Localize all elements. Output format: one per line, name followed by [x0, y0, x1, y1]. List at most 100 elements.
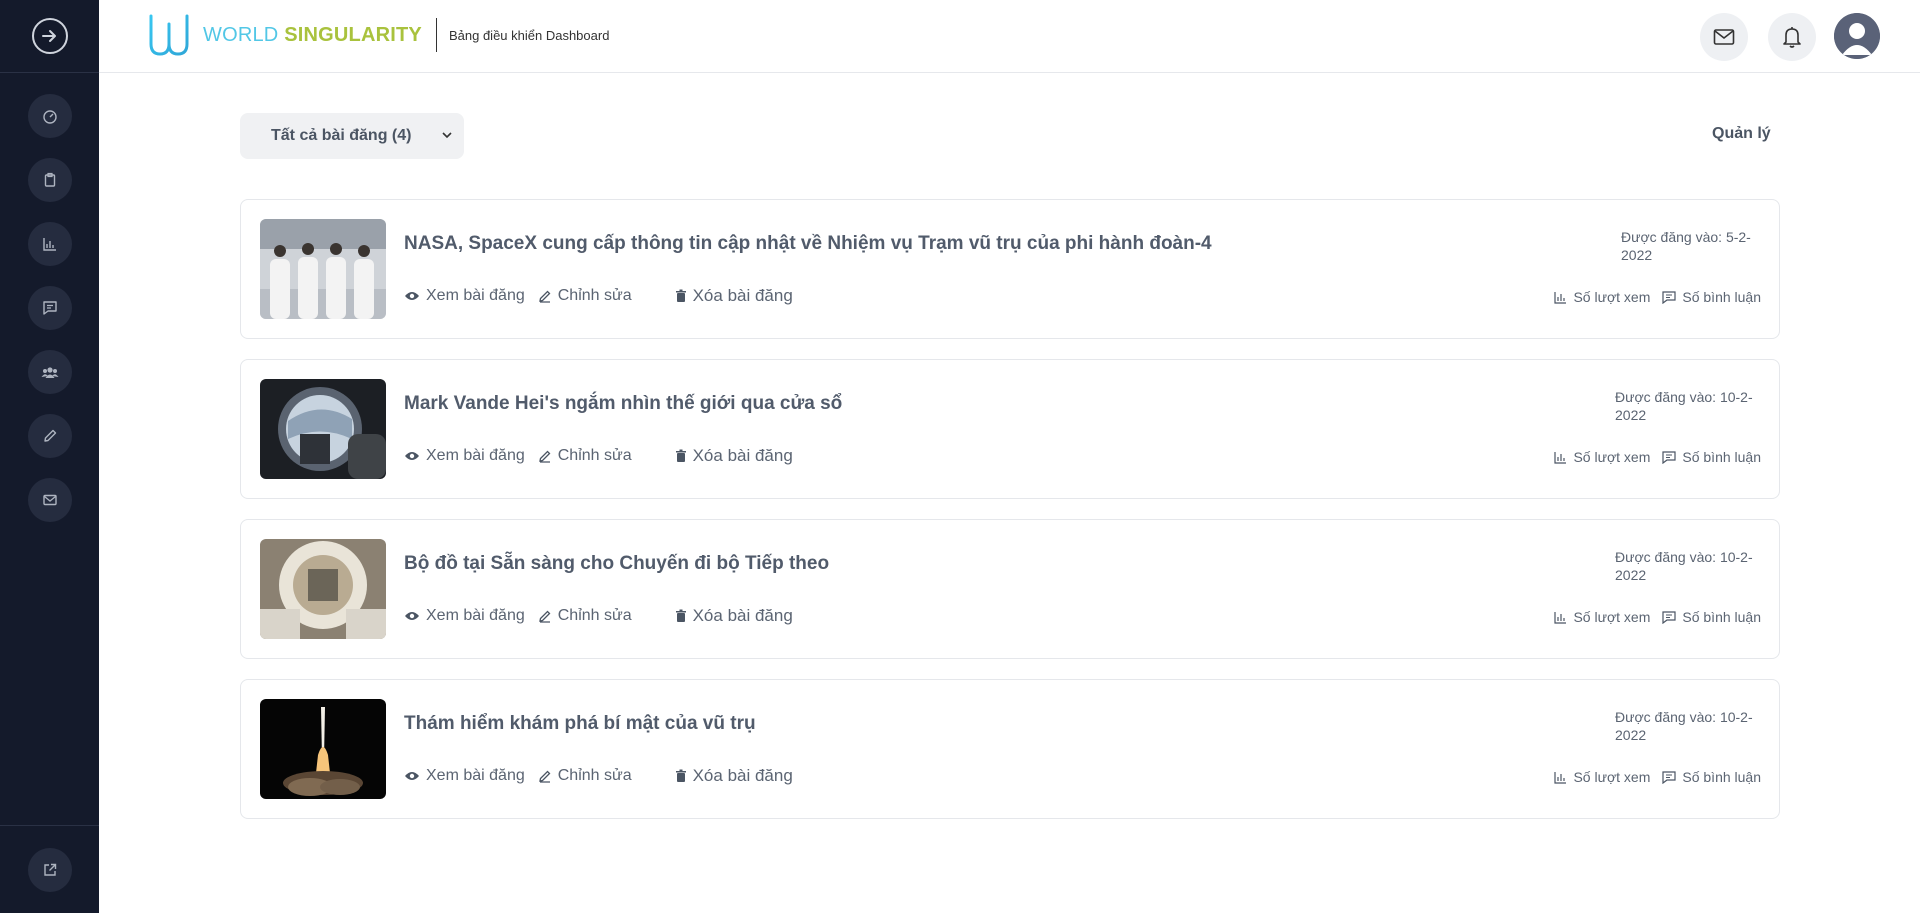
avatar[interactable]	[1834, 13, 1880, 59]
view-post-button[interactable]: Xem bài đăng	[404, 447, 525, 465]
logo[interactable]: WORLD SINGULARITY Bảng điều khiển Dashbo…	[147, 12, 609, 58]
post-actions: Xem bài đăng Chỉnh sửa Xóa bài đăng	[404, 766, 806, 786]
logo-divider	[435, 18, 437, 52]
comment-icon	[1662, 610, 1676, 624]
post-thumbnail[interactable]	[260, 219, 386, 319]
edit-post-label: Chỉnh sửa	[557, 447, 632, 464]
comments-label: Số bình luận	[1682, 769, 1761, 785]
post-date-line1: Được đăng vào: 10-2-	[1615, 549, 1753, 565]
comments-count[interactable]: Số bình luận	[1662, 449, 1761, 465]
post-title[interactable]: Bộ đồ tại Sẵn sàng cho Chuyến đi bộ Tiếp…	[404, 553, 829, 575]
sidebar-item-write[interactable]	[27, 414, 72, 458]
post-filter-label: Tất cả bài đăng (4)	[271, 127, 412, 144]
post-thumbnail[interactable]	[260, 379, 386, 479]
chevron-down-icon	[442, 132, 452, 139]
logo-word-world: WORLD	[203, 23, 279, 46]
post-thumbnail[interactable]	[260, 539, 386, 639]
edit-post-label: Chỉnh sửa	[557, 767, 632, 784]
edit-post-label: Chỉnh sửa	[557, 287, 632, 304]
post-date: Được đăng vào: 10-2- 2022	[1615, 548, 1755, 584]
post-date: Được đăng vào: 5-2- 2022	[1621, 228, 1761, 264]
eye-icon	[405, 772, 419, 780]
pencil-icon	[538, 610, 551, 623]
comments-count[interactable]: Số bình luận	[1662, 769, 1761, 785]
post-title[interactable]: NASA, SpaceX cung cấp thông tin cập nhật…	[404, 233, 1212, 255]
post-title[interactable]: Thám hiểm khám phá bí mật của vũ trụ	[404, 713, 756, 735]
post-actions: Xem bài đăng Chỉnh sửa Xóa bài đăng	[404, 446, 806, 466]
mail-icon	[42, 494, 57, 506]
views-label: Số lượt xem	[1573, 449, 1651, 465]
edit-post-button[interactable]: Chỉnh sửa	[538, 287, 632, 305]
header-mail-button[interactable]	[1700, 13, 1748, 61]
view-post-button[interactable]: Xem bài đăng	[404, 607, 525, 625]
post-filter-dropdown[interactable]: Tất cả bài đăng (4)	[240, 113, 464, 159]
message-icon	[42, 301, 57, 315]
external-link-icon	[43, 863, 56, 876]
views-label: Số lượt xem	[1573, 289, 1651, 305]
trash-icon	[675, 449, 686, 462]
edit-post-button[interactable]: Chỉnh sửa	[538, 767, 632, 785]
views-count[interactable]: Số lượt xem	[1554, 609, 1650, 625]
sidebar-nav	[0, 94, 99, 542]
pencil-icon	[538, 290, 551, 303]
post-card: Thám hiểm khám phá bí mật của vũ trụ Xem…	[240, 679, 1780, 819]
arrow-right-circle-icon[interactable]	[31, 18, 68, 54]
edit-post-button[interactable]: Chỉnh sửa	[538, 607, 632, 625]
post-stats: Số lượt xem Số bình luận	[1542, 289, 1761, 305]
bar-chart-icon	[1554, 291, 1567, 304]
comments-count[interactable]: Số bình luận	[1662, 609, 1761, 625]
mail-icon	[1713, 29, 1735, 45]
post-actions: Xem bài đăng Chỉnh sửa Xóa bài đăng	[404, 286, 806, 306]
external-link-button[interactable]	[27, 847, 72, 892]
views-count[interactable]: Số lượt xem	[1554, 769, 1650, 785]
eye-icon	[405, 292, 419, 300]
delete-post-label: Xóa bài đăng	[692, 766, 793, 785]
views-count[interactable]: Số lượt xem	[1554, 289, 1650, 305]
view-post-button[interactable]: Xem bài đăng	[404, 287, 525, 305]
views-label: Số lượt xem	[1573, 769, 1651, 785]
dashboard-gauge-icon	[42, 110, 57, 124]
bar-chart-icon	[1554, 611, 1567, 624]
comment-icon	[1662, 290, 1676, 304]
users-icon	[41, 367, 58, 378]
comments-count[interactable]: Số bình luận	[1662, 289, 1761, 305]
view-post-label: Xem bài đăng	[426, 287, 525, 304]
pencil-icon	[538, 770, 551, 783]
top-header: WORLD SINGULARITY Bảng điều khiển Dashbo…	[99, 0, 1920, 73]
post-date-line1: Được đăng vào: 10-2-	[1615, 389, 1753, 405]
logo-word-singularity: SINGULARITY	[284, 23, 422, 46]
post-actions: Xem bài đăng Chỉnh sửa Xóa bài đăng	[404, 606, 806, 626]
delete-post-button[interactable]: Xóa bài đăng	[675, 286, 793, 306]
bar-chart-icon	[42, 238, 56, 251]
post-title[interactable]: Mark Vande Hei's ngắm nhìn thế giới qua …	[404, 393, 842, 415]
post-date: Được đăng vào: 10-2- 2022	[1615, 388, 1755, 424]
edit-post-button[interactable]: Chỉnh sửa	[538, 447, 632, 465]
sidebar-item-statistics[interactable]	[27, 222, 72, 266]
delete-post-button[interactable]: Xóa bài đăng	[675, 606, 793, 626]
sidebar-item-dashboard[interactable]	[27, 94, 72, 138]
logo-mark-icon	[149, 14, 189, 56]
post-card: Mark Vande Hei's ngắm nhìn thế giới qua …	[240, 359, 1780, 499]
comments-label: Số bình luận	[1682, 289, 1761, 305]
trash-icon	[675, 769, 686, 782]
sidebar-item-comments[interactable]	[27, 286, 72, 330]
view-post-button[interactable]: Xem bài đăng	[404, 767, 525, 785]
post-date-line2: 2022	[1615, 727, 1647, 743]
delete-post-button[interactable]: Xóa bài đăng	[675, 446, 793, 466]
bell-icon	[1783, 27, 1801, 48]
sidebar-item-posts[interactable]	[27, 158, 72, 202]
views-count[interactable]: Số lượt xem	[1554, 449, 1650, 465]
header-notification-button[interactable]	[1768, 13, 1816, 61]
logo-text: WORLD SINGULARITY	[203, 24, 422, 47]
views-label: Số lượt xem	[1573, 609, 1651, 625]
pencil-icon	[538, 450, 551, 463]
delete-post-button[interactable]: Xóa bài đăng	[675, 766, 793, 786]
clipboard-icon	[44, 172, 55, 187]
sidebar-item-mail[interactable]	[27, 478, 72, 522]
post-thumbnail[interactable]	[260, 699, 386, 799]
manage-link[interactable]: Quản lý	[1712, 125, 1771, 143]
post-stats: Số lượt xem Số bình luận	[1542, 449, 1761, 465]
eye-icon	[405, 612, 419, 620]
post-date-line2: 2022	[1615, 567, 1647, 583]
sidebar-item-users[interactable]	[27, 350, 72, 394]
